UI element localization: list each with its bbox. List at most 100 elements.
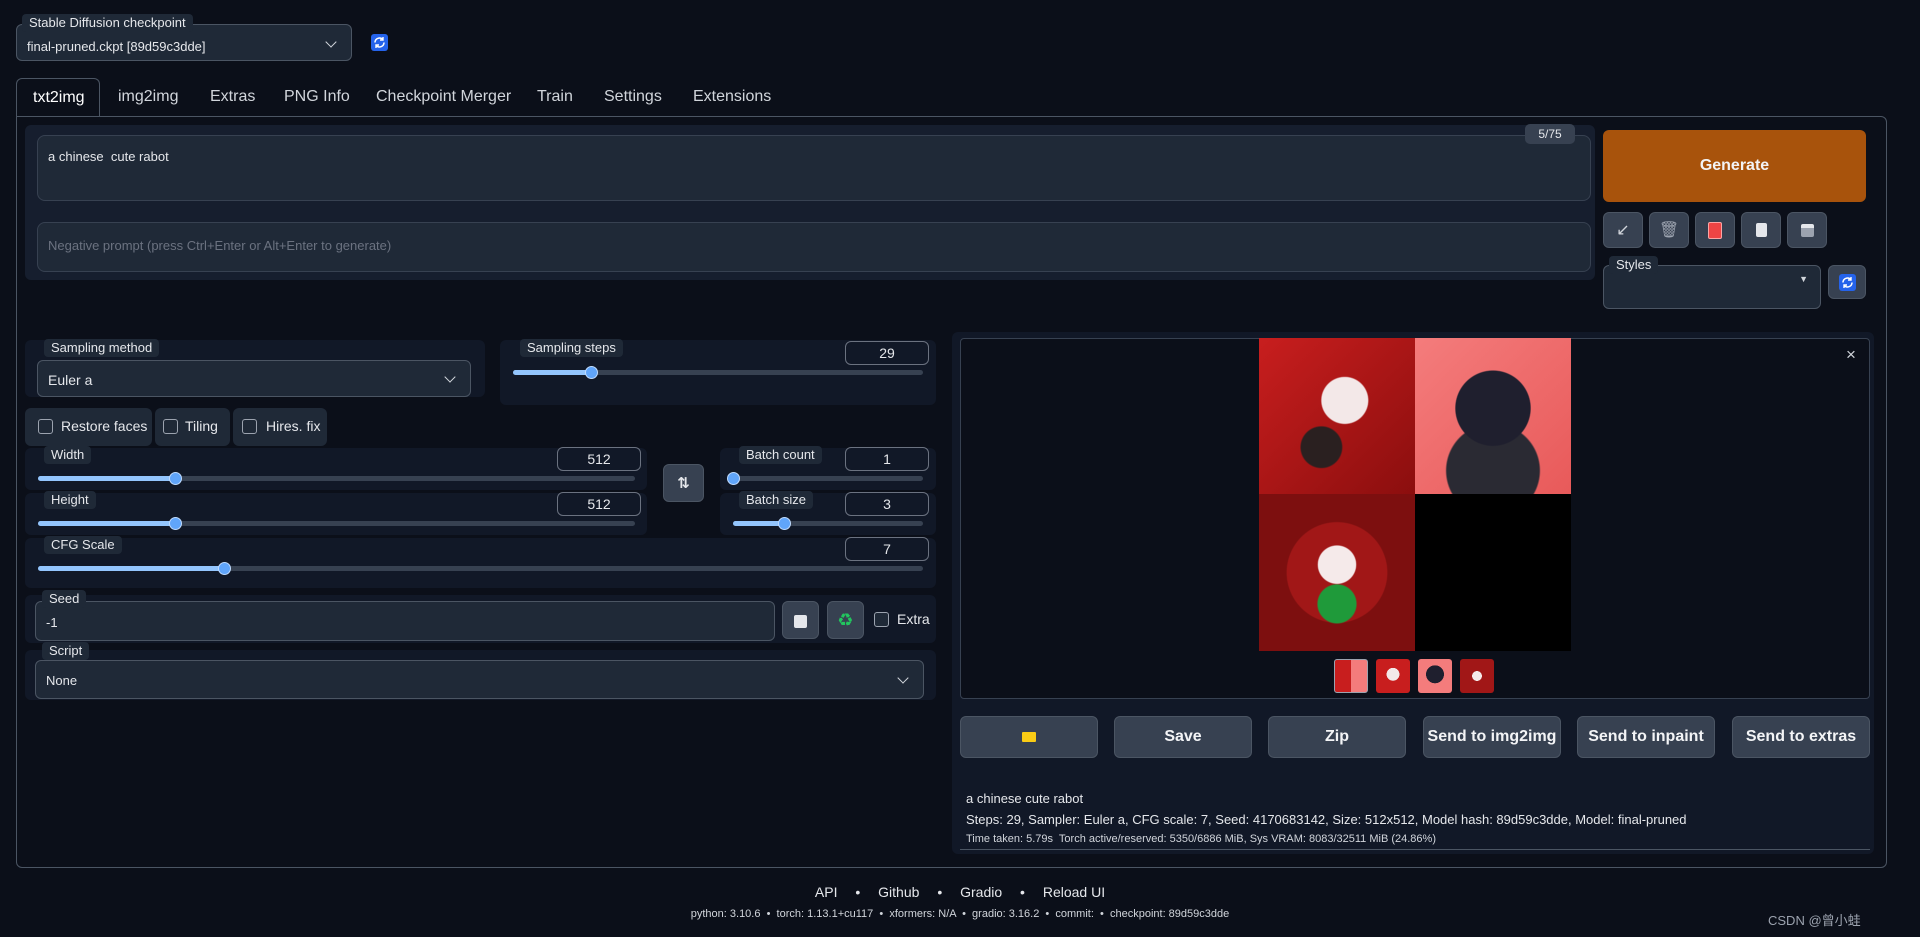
refresh-icon (374, 37, 385, 48)
generated-image-grid[interactable] (1259, 338, 1571, 651)
restore-faces-option[interactable]: Restore faces (25, 408, 152, 446)
cfg-scale-label: CFG Scale (44, 536, 122, 554)
tab-train[interactable]: Train (521, 78, 589, 116)
hires-fix-option[interactable]: Hires. fix (233, 408, 327, 446)
tab-png-info[interactable]: PNG Info (268, 78, 366, 116)
generate-button[interactable]: Generate (1603, 130, 1866, 202)
generated-image-empty (1415, 494, 1571, 651)
save-style-button[interactable] (1787, 212, 1827, 248)
seed-value: -1 (46, 614, 58, 630)
clear-prompt-button[interactable]: 🗑 (1649, 212, 1689, 248)
tiling-checkbox[interactable] (163, 419, 178, 434)
chevron-down-icon (897, 672, 909, 684)
checkpoint-label: Stable Diffusion checkpoint (22, 14, 193, 32)
thumbnail-3[interactable] (1460, 659, 1494, 693)
restore-faces-checkbox[interactable] (38, 419, 53, 434)
zip-button[interactable]: Zip (1268, 716, 1406, 758)
height-slider[interactable] (38, 517, 635, 530)
footer-link-gradio[interactable]: Gradio (960, 884, 1002, 900)
tiling-label: Tiling (185, 418, 218, 434)
card-icon (1708, 221, 1722, 239)
refresh-styles-button[interactable] (1828, 265, 1866, 299)
height-panel (25, 493, 647, 535)
generated-image-2 (1415, 338, 1571, 494)
script-label: Script (42, 642, 90, 660)
height-label: Height (44, 491, 96, 509)
generated-image-1 (1259, 338, 1415, 494)
seed-label: Seed (42, 590, 87, 608)
sampling-steps-slider[interactable] (513, 366, 923, 379)
token-counter: 5/75 (1525, 124, 1575, 144)
slider-knob[interactable] (584, 366, 598, 379)
styles-label: Styles (1609, 256, 1659, 274)
slider-fill (513, 370, 591, 375)
thumbnail-2[interactable] (1418, 659, 1452, 693)
send-to-img2img-button[interactable]: Send to img2img (1423, 716, 1561, 758)
info-prompt: a chinese cute rabot (966, 791, 1084, 806)
separator-dot: • (855, 884, 861, 900)
batch-size-slider[interactable] (733, 517, 923, 530)
footer-versions: python: 3.10.6 • torch: 1.13.1+cu117 • x… (690, 908, 1230, 920)
sampling-steps-input[interactable]: 29 (845, 341, 929, 365)
thumbnail-1[interactable] (1376, 659, 1410, 693)
apply-style-button[interactable] (1741, 212, 1781, 248)
send-to-inpaint-button[interactable]: Send to inpaint (1577, 716, 1715, 758)
slider-fill (38, 566, 224, 571)
seed-input[interactable]: -1 (35, 601, 775, 641)
read-params-button[interactable]: ↙ (1603, 212, 1643, 248)
cfg-scale-input[interactable]: 7 (845, 537, 929, 561)
footer-link-reload-ui[interactable]: Reload UI (1043, 884, 1105, 900)
sampling-method-value: Euler a (48, 371, 93, 388)
tab-txt2img[interactable]: txt2img (16, 78, 100, 116)
prompt-text: a chinese cute rabot (48, 149, 169, 164)
batch-count-input[interactable]: 1 (845, 447, 929, 471)
cfg-scale-slider[interactable] (38, 562, 923, 575)
tab-img2img[interactable]: img2img (102, 78, 194, 116)
width-slider[interactable] (38, 472, 635, 485)
tab-extensions[interactable]: Extensions (677, 78, 787, 116)
slider-knob[interactable] (217, 562, 231, 575)
footer-link-github[interactable]: Github (878, 884, 919, 900)
tab-settings[interactable]: Settings (588, 78, 678, 116)
prompt-textarea[interactable]: a chinese cute rabot (37, 135, 1591, 201)
extra-seed-option[interactable]: Extra (870, 603, 930, 637)
tiling-option[interactable]: Tiling (155, 408, 230, 446)
swap-dimensions-button[interactable]: ⇅ (663, 464, 704, 502)
tab-extras[interactable]: Extras (194, 78, 271, 116)
generated-image-3 (1259, 494, 1415, 651)
footer-link-api[interactable]: API (815, 884, 838, 900)
chevron-down-icon (325, 36, 337, 48)
separator-dot: • (1020, 884, 1025, 900)
height-input[interactable]: 512 (557, 492, 641, 516)
script-value: None (46, 673, 78, 688)
open-folder-button[interactable] (960, 716, 1098, 758)
separator-dot: • (937, 884, 943, 900)
negative-prompt-textarea[interactable]: Negative prompt (press Ctrl+Enter or Alt… (37, 222, 1591, 272)
send-to-extras-button[interactable]: Send to extras (1732, 716, 1870, 758)
tab-checkpoint-merger[interactable]: Checkpoint Merger (360, 78, 527, 116)
extra-seed-checkbox[interactable] (874, 612, 889, 627)
save-button[interactable]: Save (1114, 716, 1252, 758)
width-label: Width (44, 446, 92, 464)
reuse-seed-button[interactable]: ♻ (827, 601, 864, 639)
arrow-down-left-icon: ↙ (1616, 222, 1630, 239)
batch-size-input[interactable]: 3 (845, 492, 929, 516)
chevron-down-icon (444, 371, 456, 383)
slider-fill (733, 521, 785, 526)
hires-fix-checkbox[interactable] (242, 419, 257, 434)
script-dropdown[interactable]: None (35, 660, 924, 699)
footer-links: API • Github • Gradio • Reload UI (0, 884, 1920, 900)
slider-fill (38, 476, 176, 481)
slider-knob[interactable] (727, 472, 740, 485)
refresh-checkpoint-button[interactable] (371, 34, 388, 51)
random-seed-button[interactable] (782, 601, 819, 639)
width-input[interactable]: 512 (557, 447, 641, 471)
batch-count-slider[interactable] (727, 472, 923, 485)
floppy-disk-icon (1800, 223, 1814, 237)
refresh-icon (1839, 274, 1856, 291)
width-panel (25, 448, 647, 490)
close-icon[interactable]: × (1843, 346, 1859, 363)
sampling-method-dropdown[interactable]: Euler a (37, 360, 471, 397)
extra-networks-button[interactable] (1695, 212, 1735, 248)
thumbnail-grid[interactable] (1334, 659, 1368, 693)
